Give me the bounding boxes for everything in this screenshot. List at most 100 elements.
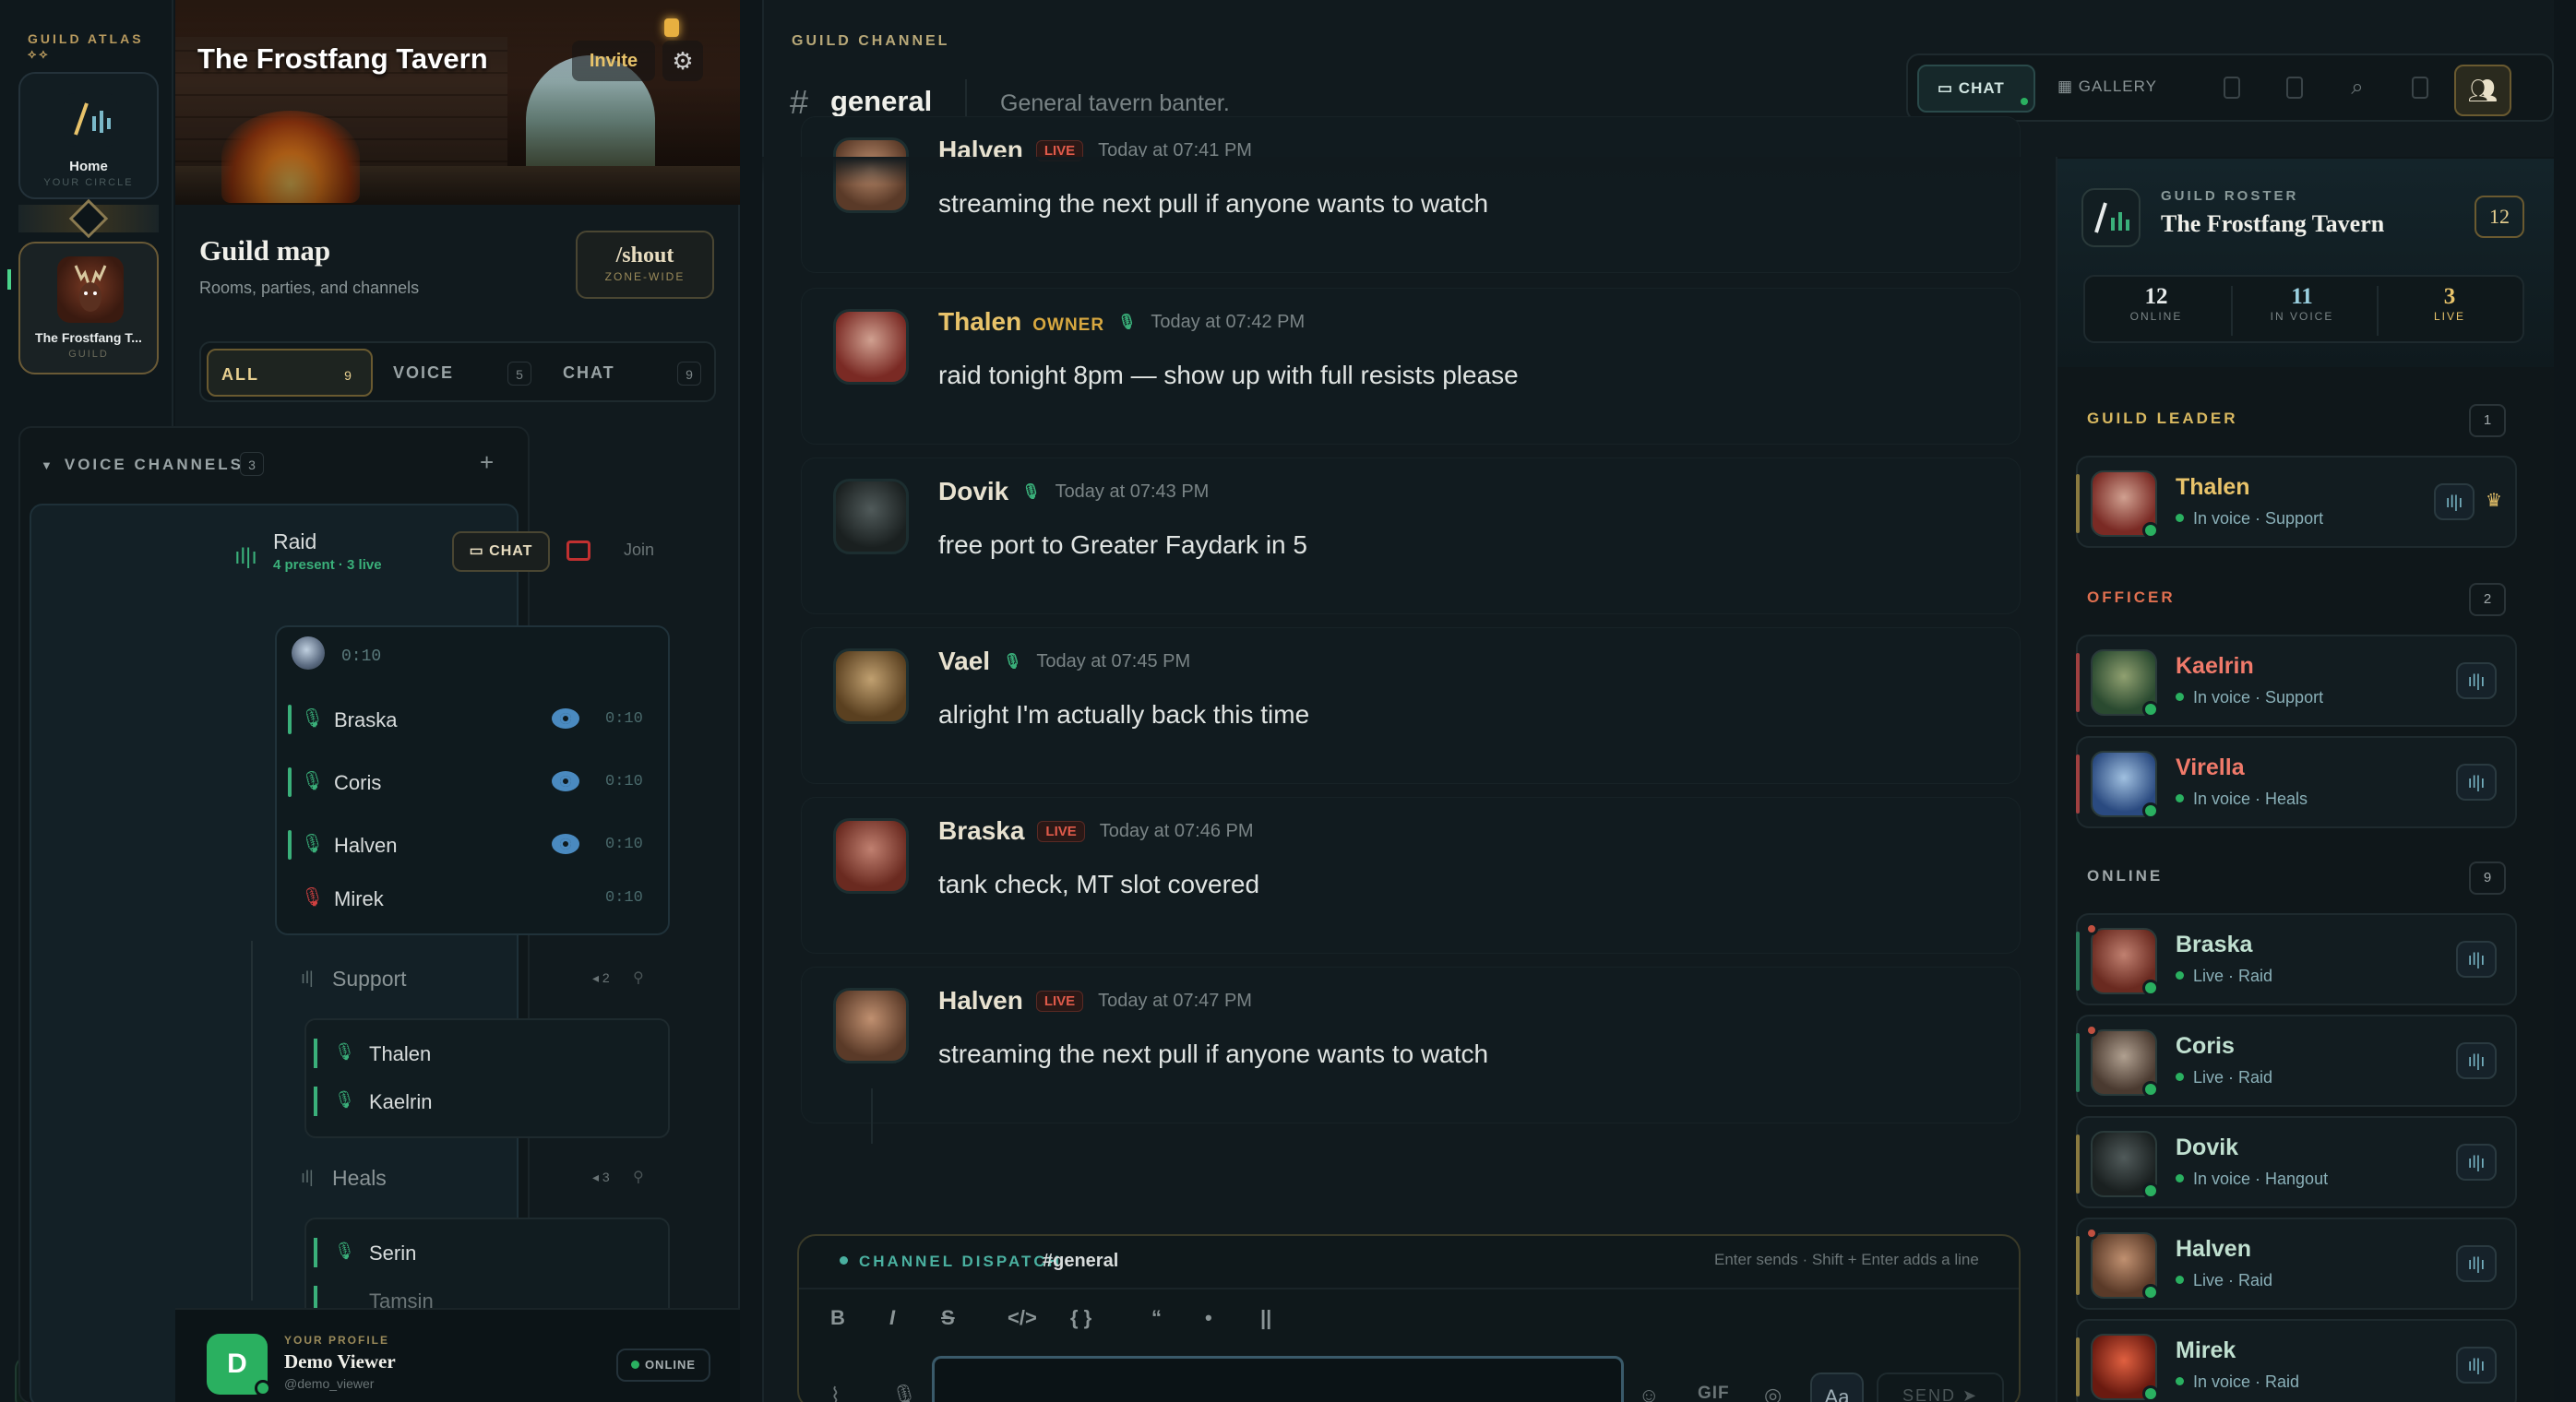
message-author[interactable]: Halven bbox=[938, 986, 1023, 1015]
filter-tab-chat[interactable]: CHAT 9 bbox=[550, 349, 712, 397]
pinned-icon[interactable] bbox=[2218, 74, 2246, 101]
eye-icon[interactable] bbox=[552, 834, 579, 854]
guild-logo-icon bbox=[2094, 202, 2129, 233]
rail-guild-button[interactable]: The Frostfang T... GUILD bbox=[18, 242, 159, 374]
guild-map-subtitle: Rooms, parties, and channels bbox=[199, 279, 420, 297]
send-button[interactable]: SEND ➤ bbox=[1877, 1372, 2004, 1402]
shout-button[interactable]: /shout ZONE-WIDE bbox=[576, 231, 714, 299]
raid-channel-name: Raid bbox=[273, 529, 317, 553]
roster-member[interactable]: Braska Live · Raid ıl|ı bbox=[2076, 913, 2517, 1005]
guild-map-title: Guild map bbox=[199, 234, 331, 267]
voice-level-icon[interactable]: ıl|ı bbox=[2456, 1144, 2497, 1181]
message-author[interactable]: Vael bbox=[938, 647, 990, 675]
bold-button[interactable]: B bbox=[830, 1306, 845, 1330]
members-toggle-icon[interactable]: 👥︎ bbox=[2454, 65, 2511, 116]
subgroup-heals[interactable]: ıl| Heals ◂ 3 ⚲ bbox=[297, 1160, 661, 1197]
home-sub: YOUR CIRCLE bbox=[43, 177, 134, 188]
member-status: Live · Raid bbox=[2176, 1068, 2272, 1087]
voice-level-icon[interactable]: ıl|ı bbox=[2456, 1347, 2497, 1384]
invite-button[interactable]: Invite bbox=[572, 41, 655, 81]
message[interactable]: Vael 🎙︎ Today at 07:45 PM alright I'm actu… bbox=[801, 627, 2021, 784]
message-time: Today at 07:45 PM bbox=[1036, 651, 1191, 671]
roster-total-badge: 12 bbox=[2475, 196, 2524, 238]
member-timer: 0:10 bbox=[605, 773, 643, 790]
voice-level-icon[interactable]: ıl|ı bbox=[2456, 1245, 2497, 1282]
screen-share-icon[interactable] bbox=[566, 541, 590, 561]
raid-chat-button[interactable]: ▭ CHAT bbox=[452, 531, 550, 572]
subgroup-member[interactable]: 🎙︎ Serin bbox=[314, 1234, 655, 1271]
subgroup-member[interactable]: 🎙︎ Kaelrin bbox=[314, 1083, 655, 1120]
message-input[interactable] bbox=[932, 1356, 1624, 1402]
eye-icon[interactable] bbox=[552, 708, 579, 729]
roster-member[interactable]: Mirek In voice · Raid ıl|ı bbox=[2076, 1319, 2517, 1402]
inbox-icon[interactable] bbox=[2406, 74, 2434, 101]
message-time: Today at 07:46 PM bbox=[1099, 821, 1254, 841]
threads-icon[interactable] bbox=[2281, 74, 2308, 101]
raid-member[interactable]: 🎙︎ Braska 0:10 bbox=[288, 699, 657, 740]
tab-chat[interactable]: ▭ CHAT bbox=[1917, 65, 2035, 113]
raid-member[interactable]: 🎙︎ Mirek 0:10 bbox=[288, 878, 657, 919]
roster-member[interactable]: Kaelrin In voice · Support ıl|ı bbox=[2076, 635, 2517, 727]
eye-icon[interactable] bbox=[552, 771, 579, 791]
profile-bar[interactable]: D YOUR PROFILE Demo Viewer @demo_viewer … bbox=[175, 1308, 740, 1402]
app-window: GUILD ATLAS ⟡⟡ Home YOUR CIRCLE The Fros… bbox=[0, 0, 2576, 1402]
voice-channels-toggle[interactable]: ▼ VOICE CHANNELS bbox=[41, 456, 244, 474]
spoiler-button[interactable]: || bbox=[1260, 1306, 1271, 1330]
filter-tab-voice[interactable]: VOICE 5 bbox=[380, 349, 543, 397]
voice-level-icon[interactable]: ıl|ı bbox=[2456, 1042, 2497, 1079]
roster-member[interactable]: Halven Live · Raid ıl|ı bbox=[2076, 1218, 2517, 1310]
member-name: Mirek bbox=[334, 887, 384, 910]
gear-icon[interactable]: ⚙ bbox=[662, 41, 703, 81]
roster-member[interactable]: Coris Live · Raid ıl|ı bbox=[2076, 1015, 2517, 1107]
raid-member[interactable]: 🎙︎ Coris 0:10 bbox=[288, 762, 657, 802]
strikethrough-button[interactable]: S bbox=[941, 1306, 955, 1330]
code-block-button[interactable]: { } bbox=[1070, 1306, 1091, 1330]
pin-icon[interactable]: ⚲ bbox=[633, 1168, 644, 1186]
message[interactable]: Halven LIVE Today at 07:47 PM streaming th… bbox=[801, 967, 2021, 1123]
paperclip-icon[interactable]: ⌇ bbox=[830, 1384, 841, 1402]
status-badge[interactable]: ONLINE bbox=[616, 1349, 710, 1382]
member-name: Serin bbox=[369, 1242, 417, 1265]
online-dot bbox=[2142, 1081, 2159, 1098]
subgroup-member[interactable]: 🎙︎ Thalen bbox=[314, 1035, 655, 1072]
list-button[interactable]: • bbox=[1205, 1306, 1212, 1330]
message-author[interactable]: Braska bbox=[938, 816, 1024, 845]
filter-tab-all[interactable]: ALL 9 bbox=[207, 349, 373, 397]
sticker-icon[interactable]: ◎ bbox=[1764, 1384, 1782, 1402]
tab-gallery[interactable]: ▦ GALLERY bbox=[2057, 77, 2157, 96]
voice-level-icon[interactable]: ıl|ı bbox=[2434, 483, 2475, 520]
raid-member[interactable]: 🎙︎ Halven 0:10 bbox=[288, 825, 657, 865]
roster-member[interactable]: Thalen In voice · Support ıl|ı ♛ bbox=[2076, 456, 2517, 548]
microphone-icon: 🎙︎ bbox=[301, 771, 325, 791]
text-style-button[interactable]: Aa bbox=[1810, 1372, 1864, 1402]
subgroup-support[interactable]: ıl| Support ◂ 2 ⚲ bbox=[297, 961, 661, 998]
live-dot bbox=[2085, 1024, 2098, 1037]
search-icon[interactable]: ⌕ bbox=[2343, 74, 2371, 101]
pin-icon[interactable]: ⚲ bbox=[633, 968, 644, 987]
message[interactable]: Thalen OWNER 🎙︎ Today at 07:42 PM raid toni… bbox=[801, 288, 2021, 445]
live-badge: LIVE bbox=[1037, 821, 1085, 842]
voice-level-icon[interactable]: ıl|ı bbox=[2456, 941, 2497, 978]
code-button[interactable]: </> bbox=[1008, 1306, 1037, 1330]
voice-level-icon[interactable]: ıl|ı bbox=[2456, 764, 2497, 801]
emoji-icon[interactable]: ☺ bbox=[1639, 1384, 1659, 1402]
message[interactable]: Dovik 🎙︎ Today at 07:43 PM free port to Gr… bbox=[801, 457, 2021, 614]
add-channel-icon[interactable]: + bbox=[480, 448, 494, 477]
message-author[interactable]: Dovik bbox=[938, 477, 1008, 505]
voice-level-icon[interactable]: ıl|ı bbox=[2456, 662, 2497, 699]
message-text: streaming the next pull if anyone wants … bbox=[938, 189, 1489, 218]
roster-member[interactable]: Dovik In voice · Hangout ıl|ı bbox=[2076, 1116, 2517, 1208]
roster-member[interactable]: Virella In voice · Heals ıl|ı bbox=[2076, 736, 2517, 828]
roster-logo bbox=[2081, 188, 2141, 247]
gif-button[interactable]: GIF bbox=[1698, 1384, 1730, 1402]
join-button[interactable]: Join bbox=[624, 541, 654, 560]
message-text: tank check, MT slot covered bbox=[938, 870, 1260, 898]
message[interactable]: Braska LIVE Today at 07:46 PM tank check, … bbox=[801, 797, 2021, 954]
quote-button[interactable]: “ bbox=[1151, 1306, 1162, 1330]
italic-button[interactable]: I bbox=[889, 1306, 895, 1330]
message[interactable]: Halven LIVE Today at 07:41 PM streaming th… bbox=[801, 116, 2021, 273]
profile-kicker: YOUR PROFILE bbox=[284, 1334, 390, 1347]
microphone-icon[interactable]: 🎙︎ bbox=[891, 1384, 917, 1402]
rail-home-button[interactable]: Home YOUR CIRCLE bbox=[18, 72, 159, 199]
message-author[interactable]: Thalen bbox=[938, 307, 1021, 336]
